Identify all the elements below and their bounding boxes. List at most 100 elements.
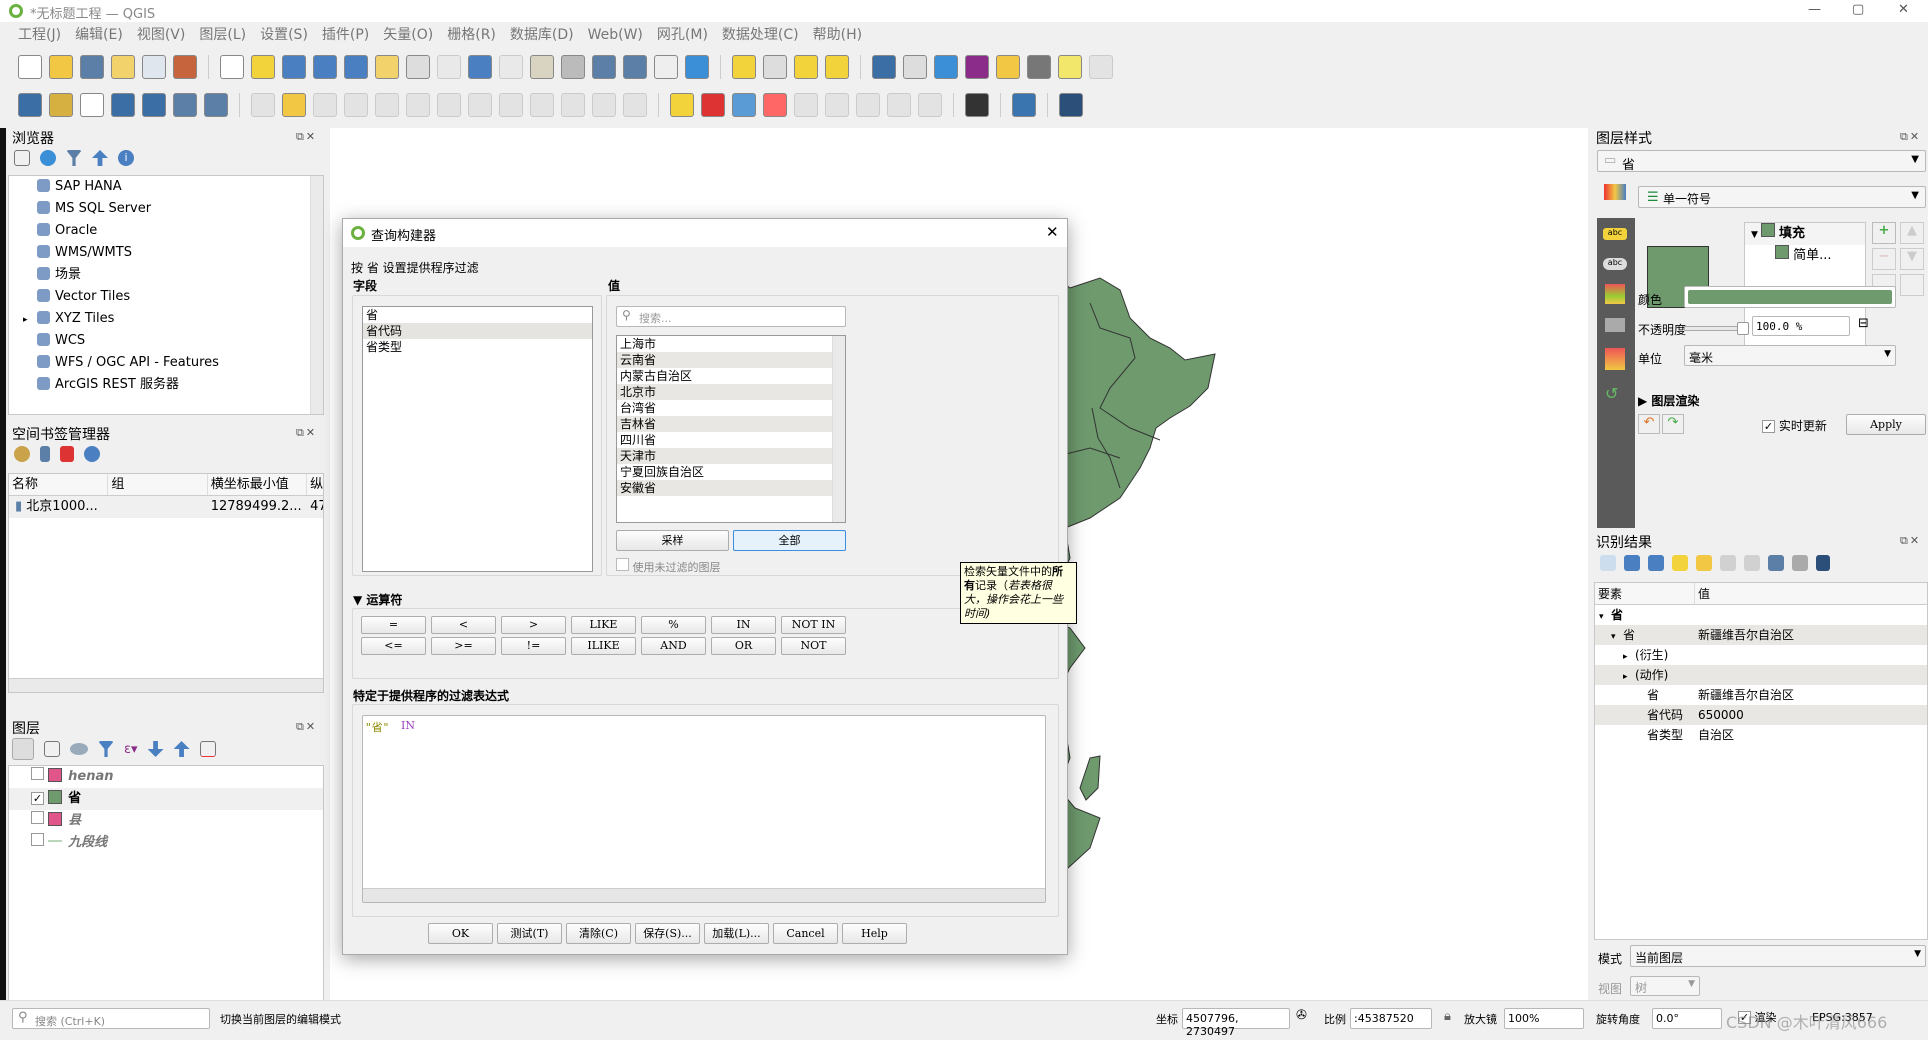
identify-row[interactable]: 省 新疆维吾尔自治区 (1595, 685, 1927, 705)
identify-mode-icon[interactable] (1768, 555, 1784, 571)
filter-icon[interactable] (66, 150, 82, 166)
values-search-input[interactable]: ⚲ 搜索... (616, 306, 846, 327)
dialog-button-t[interactable]: 测试(T) (497, 923, 562, 944)
expand-arrow-icon[interactable]: ▸ (23, 309, 37, 331)
rotation-spinbox[interactable]: 0.0° (1652, 1008, 1722, 1029)
opacity-spinbox[interactable]: 100.0 % (1752, 316, 1850, 336)
bookmarks-dock-buttons[interactable]: ⧉✕ (296, 426, 317, 440)
copy-feature-icon[interactable] (1720, 555, 1736, 571)
live-update-checkbox[interactable]: ✓ 实时更新 (1762, 417, 1827, 434)
operator-button[interactable]: ILIKE (571, 637, 636, 655)
zoom-to-bookmark-icon[interactable] (14, 446, 30, 462)
add-polygon-icon[interactable] (375, 93, 399, 117)
measure-icon[interactable] (1027, 55, 1051, 79)
move-label-icon[interactable] (794, 93, 818, 117)
identify-row[interactable]: ▾ 省新疆维吾尔自治区 (1595, 625, 1927, 645)
layers-dock-buttons[interactable]: ⧉✕ (296, 720, 317, 734)
print-icon[interactable] (1744, 555, 1760, 571)
lock-scale-icon[interactable]: 🔒︎ (1444, 1009, 1451, 1024)
operator-button[interactable]: OR (711, 637, 776, 655)
expand-new-icon[interactable] (1672, 555, 1688, 571)
all-button[interactable]: 全部 (733, 530, 846, 551)
new-spatialite-icon[interactable] (204, 93, 228, 117)
layer-item[interactable]: 九段线 (9, 832, 323, 854)
col-feature[interactable]: 要素 (1595, 583, 1695, 604)
save-project-icon[interactable] (80, 55, 104, 79)
identify-row[interactable]: ▸ (衍生) (1595, 645, 1927, 665)
label-icon[interactable] (670, 93, 694, 117)
col-value[interactable]: 值 (1695, 583, 1710, 604)
layer-item[interactable]: ✓ 省 (9, 788, 323, 810)
identify-row[interactable]: ▾ 省 (1595, 605, 1927, 625)
map-tips-icon[interactable] (1058, 55, 1082, 79)
identify-row[interactable]: 省类型 自治区 (1595, 725, 1927, 745)
dialog-button-c[interactable]: 清除(C) (566, 923, 631, 944)
clear-results-icon[interactable] (1696, 555, 1712, 571)
browser-item[interactable]: WFS / OGC API - Features (9, 352, 323, 374)
paste-features-icon[interactable] (561, 93, 585, 117)
menu-item[interactable]: 帮助(H) (813, 24, 862, 46)
browser-item[interactable]: ArcGIS REST 服务器 (9, 374, 323, 396)
masks-tab-icon[interactable]: abc (1603, 258, 1627, 270)
operator-button[interactable]: IN (711, 616, 776, 634)
zoom-in-icon[interactable] (282, 55, 306, 79)
color-button[interactable] (1684, 286, 1896, 308)
visibility-icon[interactable] (70, 743, 88, 755)
col-xmin[interactable]: 横坐标最小值 (208, 474, 308, 495)
processing-toolbox-icon[interactable] (934, 55, 958, 79)
operator-button[interactable]: NOT IN (781, 616, 846, 634)
show-hide-labels-icon[interactable] (887, 93, 911, 117)
new-project-icon[interactable] (18, 55, 42, 79)
current-edits-icon[interactable] (251, 93, 275, 117)
open-project-icon[interactable] (49, 55, 73, 79)
style-manager-icon[interactable] (173, 55, 197, 79)
help-icon[interactable] (1816, 555, 1830, 571)
history-tab-icon[interactable]: ↺ (1605, 384, 1618, 403)
new-temp-layer-icon[interactable] (142, 93, 166, 117)
value-item[interactable]: 宁夏回族自治区 (617, 464, 845, 480)
apply-button[interactable]: Apply (1846, 414, 1926, 435)
new-print-layout-icon[interactable] (111, 55, 135, 79)
pan-to-selection-icon[interactable] (251, 55, 275, 79)
rotate-label-icon[interactable] (825, 93, 849, 117)
layer-style-dock-buttons[interactable]: ⧉✕ (1900, 130, 1921, 144)
scale-combo[interactable]: :45387520 (1350, 1008, 1432, 1029)
refresh-icon[interactable] (685, 55, 709, 79)
minimize-button[interactable]: — (1808, 2, 1821, 17)
maximize-button[interactable]: ▢ (1852, 2, 1864, 17)
coordinate-field[interactable]: 4507796, 2730497 (1182, 1008, 1290, 1038)
expand-arrow-icon[interactable]: ▸ (1623, 667, 1635, 687)
menu-item[interactable]: 图层(L) (199, 24, 246, 46)
filter-legend-icon[interactable] (98, 741, 114, 757)
open-table-icon[interactable] (903, 55, 927, 79)
delete-selected-icon[interactable] (468, 93, 492, 117)
menu-item[interactable]: 设置(S) (260, 24, 308, 46)
copy-features-icon[interactable] (530, 93, 554, 117)
zoom-native-icon[interactable] (437, 55, 461, 79)
value-item[interactable]: 吉林省 (617, 416, 845, 432)
dialog-close-button[interactable]: ✕ (1046, 223, 1059, 241)
col-y[interactable]: 纵 (307, 474, 323, 495)
col-group[interactable]: 组 (108, 474, 208, 495)
browser-item[interactable]: Vector Tiles (9, 286, 323, 308)
select-features-icon[interactable] (732, 55, 756, 79)
browser-item[interactable]: WCS (9, 330, 323, 352)
operator-button[interactable]: > (501, 616, 566, 634)
zoom-to-selection-icon[interactable] (375, 55, 399, 79)
identify-row[interactable]: ▸ (动作) (1595, 665, 1927, 685)
add-group-icon[interactable] (44, 741, 60, 757)
identify-icon[interactable] (872, 55, 896, 79)
move-down-button[interactable]: ▼ (1900, 248, 1924, 270)
value-item[interactable]: 天津市 (617, 448, 845, 464)
remove-symbol-layer-button[interactable]: − (1872, 248, 1896, 270)
menu-item[interactable]: 视图(V) (137, 24, 186, 46)
expand-all-icon[interactable] (147, 741, 164, 757)
extents-toggle-icon[interactable]: ✇ (1296, 1008, 1307, 1023)
bookmarks-hscrollbar[interactable] (9, 678, 323, 692)
cut-features-icon[interactable] (499, 93, 523, 117)
fields-tab-icon[interactable] (1605, 318, 1625, 332)
layer-styling-icon[interactable] (12, 738, 34, 760)
col-name[interactable]: 名称 (9, 474, 109, 495)
operators-label[interactable]: ▼ 运算符 (353, 591, 402, 608)
browser-item[interactable]: WMS/WMTS (9, 242, 323, 264)
